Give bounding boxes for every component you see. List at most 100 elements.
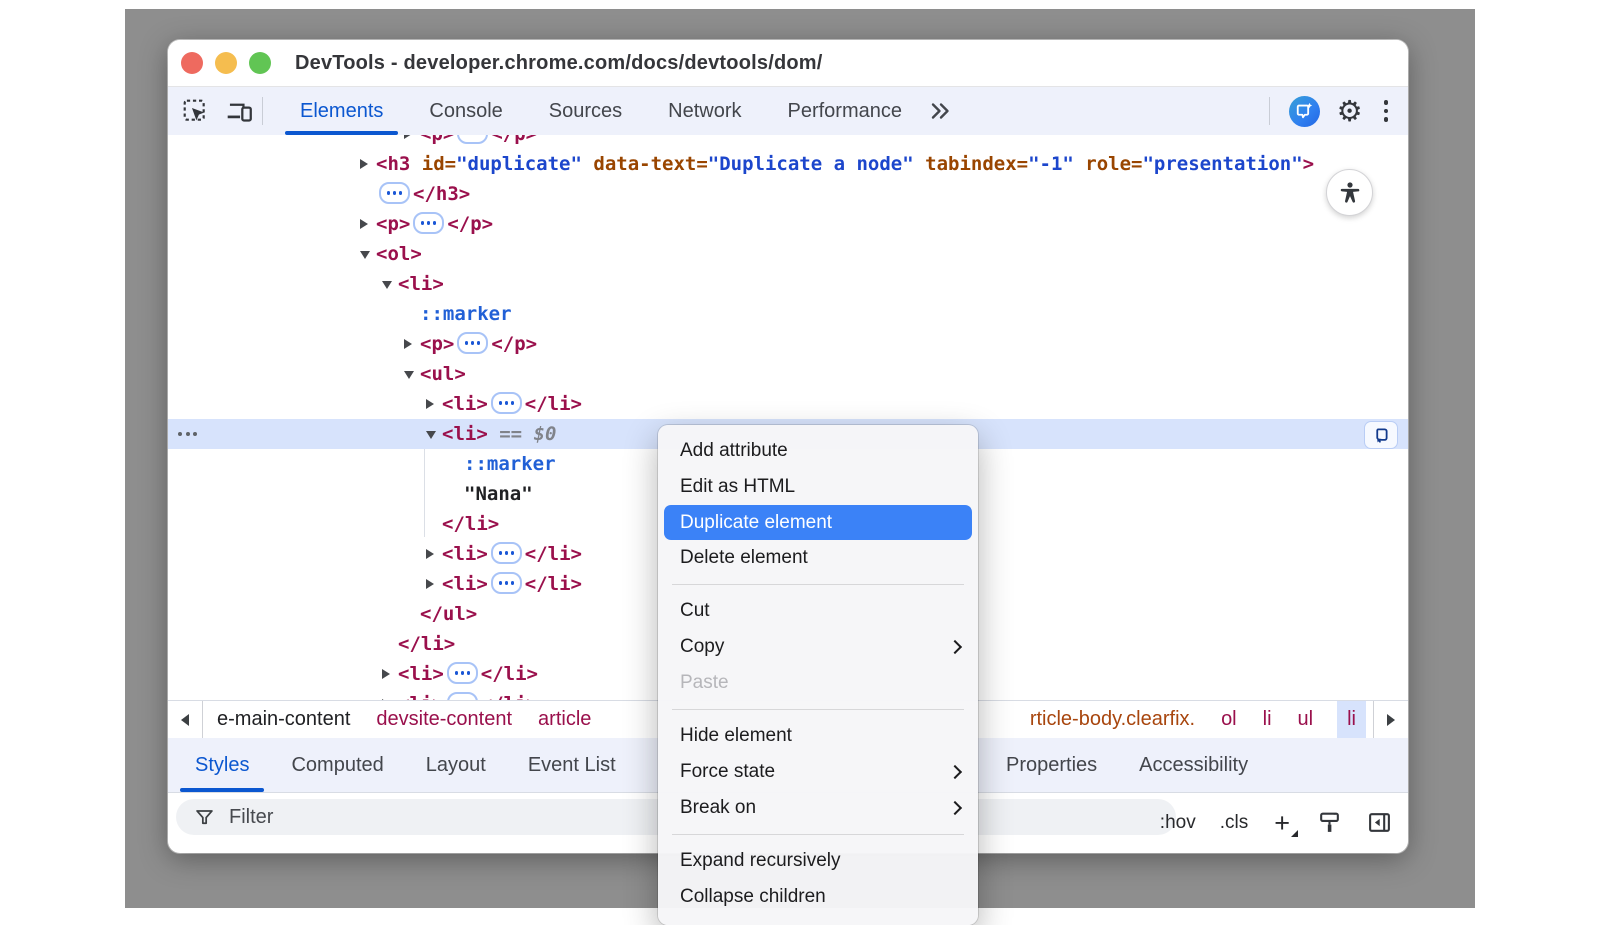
disclosure-arrow-expanded[interactable] xyxy=(426,431,436,439)
more-tabs-icon[interactable] xyxy=(925,96,955,126)
inline-expand-icon[interactable] xyxy=(413,212,444,234)
dom-tree-row[interactable]: <p> </p> xyxy=(168,209,1408,239)
breadcrumb-item-ol[interactable]: ol xyxy=(1219,701,1239,738)
inline-expand-icon[interactable] xyxy=(491,392,522,414)
disclosure-arrow-collapsed[interactable] xyxy=(360,219,368,229)
minimize-icon[interactable] xyxy=(215,52,237,74)
arrow-slot xyxy=(382,660,398,690)
breadcrumb-item-ul[interactable]: ul xyxy=(1296,701,1316,738)
arrow-slot xyxy=(360,210,376,240)
inline-expand-icon[interactable] xyxy=(447,662,478,684)
menu-item-edit-as-html[interactable]: Edit as HTML xyxy=(658,469,978,505)
breadcrumb-scroll-left-icon[interactable] xyxy=(168,701,203,738)
gear-icon[interactable]: ⚙ xyxy=(1337,96,1363,126)
row-overflow-dots-icon[interactable] xyxy=(178,419,197,449)
menu-item-copy[interactable]: Copy xyxy=(658,629,978,665)
menu-item-cut[interactable]: Cut xyxy=(658,593,978,629)
ai-assistant-icon[interactable] xyxy=(1289,96,1320,127)
breadcrumb-item-article[interactable]: article xyxy=(536,701,593,738)
tab-performance[interactable]: Performance xyxy=(765,87,926,135)
inline-expand-icon[interactable] xyxy=(491,542,522,564)
menu-item-force-state[interactable]: Force state xyxy=(658,754,978,790)
dom-tree-row[interactable]: </h3> xyxy=(168,179,1408,209)
inline-expand-icon[interactable] xyxy=(491,572,522,594)
inline-expand-icon[interactable] xyxy=(457,135,488,144)
menu-item-break-on[interactable]: Break on xyxy=(658,790,978,826)
tab-sources[interactable]: Sources xyxy=(526,87,645,135)
dom-tree-row[interactable]: <p></p> xyxy=(168,135,1408,149)
disclosure-arrow-expanded[interactable] xyxy=(360,251,370,259)
element-classes-button[interactable]: .cls xyxy=(1218,810,1251,836)
token-tag: > xyxy=(1303,153,1314,175)
filter-funnel-icon xyxy=(194,807,215,828)
breadcrumb-item-li[interactable]: li xyxy=(1337,701,1366,738)
inline-expand-icon[interactable] xyxy=(457,332,488,354)
dom-tree-row[interactable]: <p></p> xyxy=(168,329,1408,359)
menu-item-delete-element[interactable]: Delete element xyxy=(658,540,978,576)
menu-item-hide-element[interactable]: Hide element xyxy=(658,718,978,754)
dom-tree-row[interactable]: ::marker xyxy=(168,299,1408,329)
disclosure-arrow-collapsed[interactable] xyxy=(426,399,434,409)
arrow-slot xyxy=(404,330,420,360)
disclosure-arrow-collapsed[interactable] xyxy=(426,549,434,559)
disclosure-arrow-expanded[interactable] xyxy=(382,281,392,289)
sidebar-tab-layout[interactable]: Layout xyxy=(405,738,507,792)
dock-side-icon[interactable] xyxy=(1364,808,1394,838)
sidebar-tab-computed[interactable]: Computed xyxy=(270,738,404,792)
dom-tree-row[interactable]: <li></li> xyxy=(168,389,1408,419)
new-style-rule-button[interactable]: + xyxy=(1270,811,1294,835)
ask-ai-row-icon[interactable] xyxy=(1364,421,1398,449)
token-tag: <li> xyxy=(398,693,444,700)
token-tag: <p> xyxy=(376,213,410,235)
breadcrumb-item-devsite-content[interactable]: devsite-content xyxy=(374,701,514,738)
breadcrumb-item-rticle-body-clearfix[interactable]: rticle-body.clearfix. xyxy=(1028,701,1197,738)
kebab-menu-icon[interactable] xyxy=(1380,98,1393,124)
toggle-hover-state-button[interactable]: :hov xyxy=(1158,810,1198,836)
menu-item-expand-recursively[interactable]: Expand recursively xyxy=(658,843,978,879)
token-tag: </p> xyxy=(447,213,493,235)
accessibility-person-icon[interactable] xyxy=(1326,169,1373,216)
arrow-slot xyxy=(426,420,442,450)
brush-icon[interactable] xyxy=(1314,808,1344,838)
disclosure-arrow-collapsed[interactable] xyxy=(404,135,412,139)
inspect-icon[interactable] xyxy=(180,96,210,126)
inline-expand-icon[interactable] xyxy=(379,182,410,204)
maximize-icon[interactable] xyxy=(249,52,271,74)
arrow-slot xyxy=(360,150,376,180)
disclosure-arrow-collapsed[interactable] xyxy=(426,579,434,589)
sidebar-tab-styles[interactable]: Styles xyxy=(174,738,270,792)
token-dim: == xyxy=(488,423,534,445)
inline-expand-icon[interactable] xyxy=(447,692,478,700)
menu-item-collapse-children[interactable]: Collapse children xyxy=(658,879,978,915)
breadcrumb-left-group: e-main-content devsite-content article xyxy=(215,701,593,738)
token-pseudo: ::marker xyxy=(420,303,512,325)
dom-tree-row[interactable]: <h3 id="duplicate" data-text="Duplicate … xyxy=(168,149,1408,179)
dom-tree-row[interactable]: <ol> xyxy=(168,239,1408,269)
token-tag: </li> xyxy=(481,663,538,685)
tab-console[interactable]: Console xyxy=(406,87,525,135)
disclosure-arrow-collapsed[interactable] xyxy=(404,339,412,349)
dom-tree-row[interactable]: <ul> xyxy=(168,359,1408,389)
sidebar-tab-properties[interactable]: Properties xyxy=(985,738,1118,792)
close-icon[interactable] xyxy=(181,52,203,74)
tab-elements[interactable]: Elements xyxy=(277,87,406,135)
menu-divider xyxy=(658,576,978,593)
token-tag: <li> xyxy=(398,663,444,685)
submenu-chevron-icon xyxy=(948,640,962,654)
disclosure-arrow-collapsed[interactable] xyxy=(360,159,368,169)
breadcrumb-item-li[interactable]: li xyxy=(1261,701,1274,738)
dom-tree-row[interactable]: <li> xyxy=(168,269,1408,299)
token-val: "presentation" xyxy=(1142,153,1302,175)
disclosure-arrow-collapsed[interactable] xyxy=(382,669,390,679)
sidebar-tab-event-list[interactable]: Event List xyxy=(507,738,637,792)
breadcrumb-item-e-main-content[interactable]: e-main-content xyxy=(215,701,352,738)
tab-network[interactable]: Network xyxy=(645,87,764,135)
menu-item-duplicate-element[interactable]: Duplicate element xyxy=(664,505,972,540)
sidebar-tab-accessibility[interactable]: Accessibility xyxy=(1118,738,1269,792)
device-toolbar-icon[interactable] xyxy=(224,96,254,126)
menu-item-add-attribute[interactable]: Add attribute xyxy=(658,433,978,469)
disclosure-arrow-expanded[interactable] xyxy=(404,371,414,379)
token-tag: <li> xyxy=(442,543,488,565)
breadcrumb-scroll-right-icon[interactable] xyxy=(1373,701,1408,738)
arrow-slot xyxy=(426,570,442,600)
